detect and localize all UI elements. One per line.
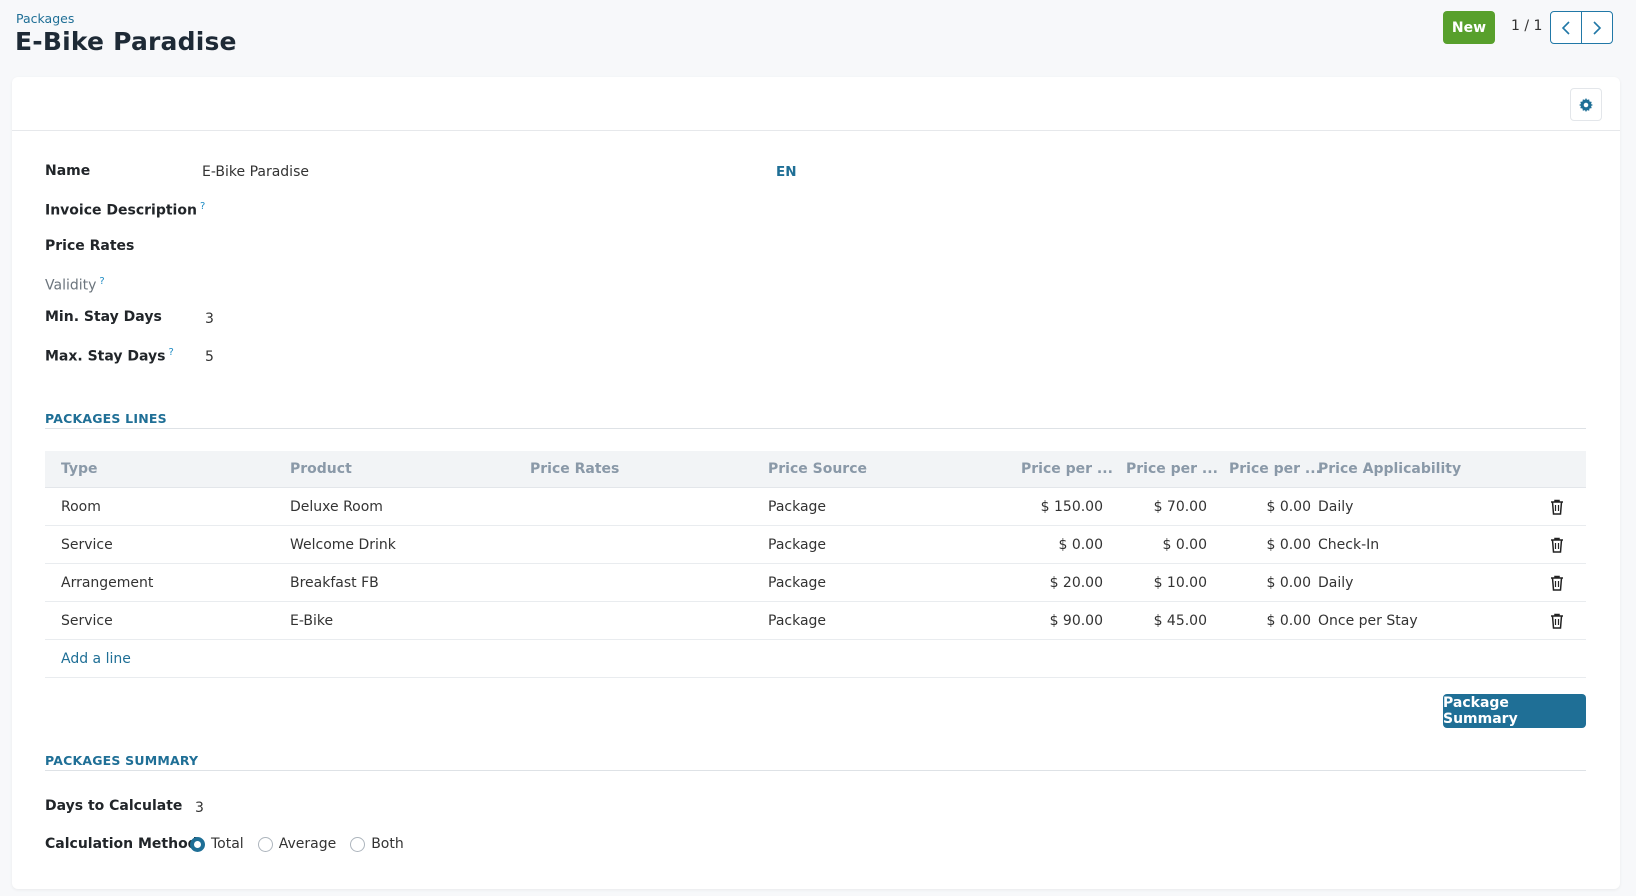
min-stay-label: Min. Stay Days (45, 309, 162, 325)
chevron-left-icon (1561, 20, 1570, 35)
cell-type: Service (61, 613, 113, 629)
pager-previous-button[interactable] (1550, 11, 1582, 44)
help-tooltip-icon[interactable]: ? (99, 276, 104, 287)
days-to-calculate-label: Days to Calculate (45, 798, 183, 814)
trash-icon[interactable] (1550, 537, 1564, 553)
pager-next-button[interactable] (1581, 11, 1613, 44)
cell-price-1: $ 20.00 (1049, 575, 1103, 591)
settings-button[interactable] (1570, 88, 1602, 121)
cell-price-3: $ 0.00 (1266, 575, 1311, 591)
invoice-description-label: Invoice Description? (45, 201, 206, 219)
price-rates-label: Price Rates (45, 238, 135, 254)
package-summary-button[interactable]: Package Summary (1443, 694, 1586, 728)
section-divider (45, 770, 1586, 771)
min-stay-field[interactable]: 3 (205, 311, 214, 327)
cell-price-applicability: Once per Stay (1318, 613, 1418, 629)
table-row[interactable]: Service E-Bike Package $ 90.00 $ 45.00 $… (45, 602, 1586, 640)
cell-price-applicability: Daily (1318, 499, 1354, 515)
cell-price-1: $ 150.00 (1040, 499, 1103, 515)
gear-icon (1579, 97, 1593, 112)
cell-price-3: $ 0.00 (1266, 613, 1311, 629)
table-row[interactable]: Arrangement Breakfast FB Package $ 20.00… (45, 564, 1586, 602)
radio-average[interactable] (257, 836, 273, 852)
breadcrumb-packages-link[interactable]: Packages (16, 11, 74, 26)
packages-lines-title: PACKAGES LINES (45, 411, 167, 426)
cell-type: Room (61, 499, 101, 515)
column-header-price-per-1[interactable]: Price per ... (1021, 461, 1113, 477)
column-header-type[interactable]: Type (61, 461, 98, 477)
section-divider (45, 428, 1586, 429)
cell-price-applicability: Check-In (1318, 537, 1380, 553)
cell-product: Welcome Drink (290, 537, 396, 553)
page-title: E-Bike Paradise (15, 27, 237, 56)
cell-price-applicability: Daily (1318, 575, 1354, 591)
cell-price-source: Package (768, 499, 827, 515)
radio-average-label[interactable]: Average (279, 836, 337, 852)
table-row[interactable]: Service Welcome Drink Package $ 0.00 $ 0… (45, 526, 1586, 564)
name-label: Name (45, 163, 91, 179)
column-header-price-applicability[interactable]: Price Applicability (1318, 461, 1461, 477)
table-row[interactable]: Room Deluxe Room Package $ 150.00 $ 70.0… (45, 488, 1586, 526)
add-line-row: Add a line (45, 640, 1586, 678)
radio-total[interactable] (190, 836, 205, 852)
name-field[interactable]: E-Bike Paradise (202, 164, 309, 180)
trash-icon[interactable] (1550, 499, 1564, 515)
cell-price-1: $ 0.00 (1058, 537, 1103, 553)
column-header-price-per-2[interactable]: Price per ... (1126, 461, 1218, 477)
column-header-price-per-3[interactable]: Price per ... (1229, 461, 1321, 477)
cell-price-2: $ 45.00 (1153, 613, 1207, 629)
new-button[interactable]: New (1443, 11, 1495, 44)
column-header-product[interactable]: Product (290, 461, 352, 477)
pager-value[interactable]: 1 / 1 (1511, 18, 1542, 34)
radio-both-label[interactable]: Both (371, 836, 404, 852)
max-stay-field[interactable]: 5 (205, 349, 214, 365)
radio-both[interactable] (350, 836, 366, 852)
cell-price-source: Package (768, 613, 827, 629)
cell-product: Deluxe Room (290, 499, 383, 515)
column-header-price-source[interactable]: Price Source (768, 461, 867, 477)
cell-price-3: $ 0.00 (1266, 537, 1311, 553)
cell-type: Service (61, 537, 113, 553)
cell-price-2: $ 10.00 (1153, 575, 1207, 591)
column-header-price-rates[interactable]: Price Rates (530, 461, 619, 477)
calculation-method-radio-group: Total Average Both (190, 836, 418, 852)
cell-price-3: $ 0.00 (1266, 499, 1311, 515)
help-tooltip-icon[interactable]: ? (200, 201, 205, 212)
trash-icon[interactable] (1550, 613, 1564, 629)
validity-label: Validity? (45, 276, 105, 294)
calculation-method-label: Calculation Method (45, 836, 198, 852)
radio-total-label[interactable]: Total (211, 836, 244, 852)
cell-price-source: Package (768, 537, 827, 553)
sheet-header (12, 77, 1620, 131)
chevron-right-icon (1593, 20, 1602, 35)
add-line-link[interactable]: Add a line (61, 651, 131, 667)
help-tooltip-icon[interactable]: ? (169, 347, 174, 358)
packages-summary-title: PACKAGES SUMMARY (45, 753, 199, 768)
table-header: Type Product Price Rates Price Source Pr… (45, 451, 1586, 488)
trash-icon[interactable] (1550, 575, 1564, 591)
packages-lines-table: Type Product Price Rates Price Source Pr… (45, 451, 1586, 678)
cell-product: E-Bike (290, 613, 334, 629)
cell-price-2: $ 0.00 (1162, 537, 1207, 553)
cell-product: Breakfast FB (290, 575, 379, 591)
cell-price-1: $ 90.00 (1049, 613, 1103, 629)
max-stay-label: Max. Stay Days? (45, 347, 174, 365)
cell-price-2: $ 70.00 (1153, 499, 1207, 515)
days-to-calculate-field[interactable]: 3 (195, 800, 204, 816)
cell-price-source: Package (768, 575, 827, 591)
language-toggle[interactable]: EN (776, 164, 797, 180)
cell-type: Arrangement (61, 575, 154, 591)
